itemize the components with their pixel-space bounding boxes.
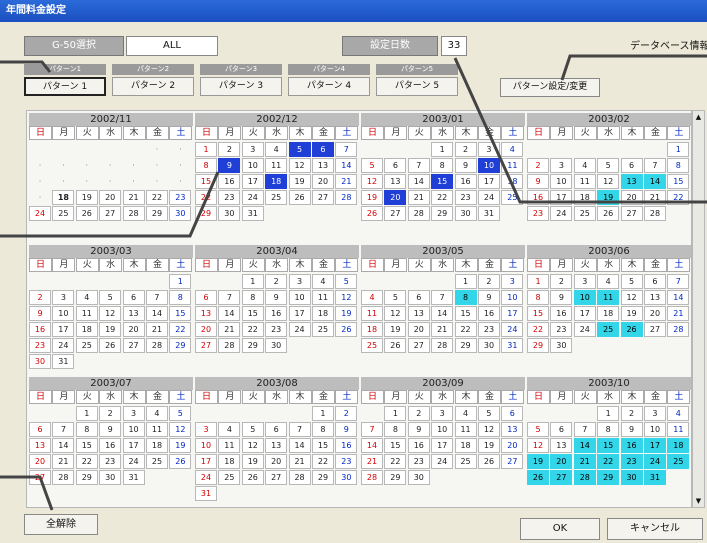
callout-line-g50	[0, 60, 52, 73]
callout-line-clear	[0, 475, 54, 511]
callout-line-calendar	[0, 171, 220, 238]
callout-line-change	[560, 54, 707, 81]
callout-lines	[0, 54, 707, 511]
callout-line-days	[453, 57, 707, 204]
